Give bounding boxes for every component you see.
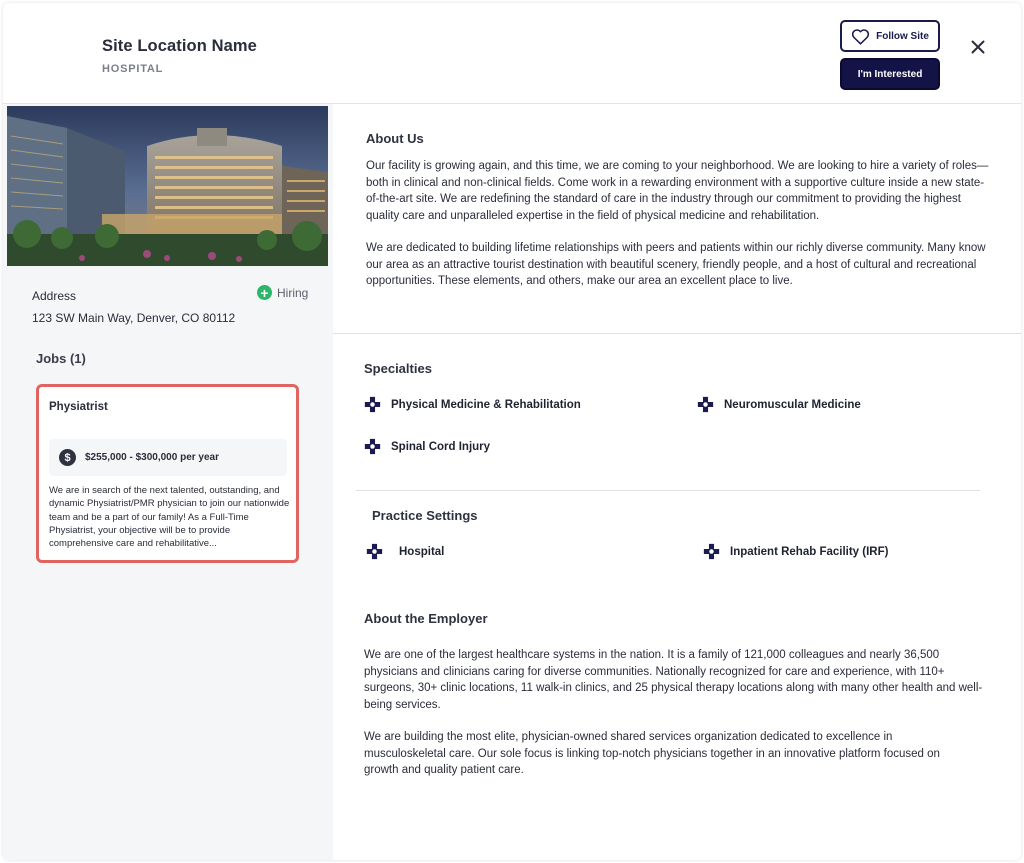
about-employer-paragraph-2: We are building the most elite, physicia… [364,731,940,776]
medical-cross-icon [697,396,714,413]
job-card[interactable]: Physiatrist $ $255,000 - $300,000 per ye… [36,384,299,563]
site-type: HOSPITAL [102,63,164,75]
specialty-label: Physical Medicine & Rehabilitation [391,398,581,411]
medical-cross-icon [366,543,383,560]
modal-header: Site Location Name HOSPITAL Follow Site … [3,3,1021,104]
section-divider [356,490,980,491]
specialties-heading: Specialties [364,361,432,376]
practice-setting-item: Hospital [366,543,444,560]
practice-setting-label: Inpatient Rehab Facility (IRF) [730,545,889,558]
practice-setting-label: Hospital [399,545,445,558]
follow-site-button[interactable]: Follow Site [840,20,940,52]
specialty-label: Spinal Cord Injury [391,440,491,453]
specialty-label: Neuromuscular Medicine [724,398,861,411]
about-us-paragraph-1: Our facility is growing again, and this … [366,160,989,222]
heart-icon [852,28,870,45]
about-us-paragraph-2: We are dedicated to building lifetime re… [366,242,986,287]
salary-row: $ $255,000 - $300,000 per year [49,439,287,476]
close-icon [971,40,985,54]
follow-site-label: Follow Site [876,30,929,42]
salary-value: $255,000 - $300,000 per year [85,452,219,463]
dollar-icon: $ [59,449,76,466]
address-label: Address [32,289,77,303]
site-detail-modal: Site Location Name HOSPITAL Follow Site … [3,3,1021,860]
plus-circle-icon: + [257,285,272,300]
medical-cross-icon [703,543,720,560]
close-button[interactable] [967,36,989,58]
hiring-label: Hiring [277,285,309,300]
address-value: 123 SW Main Way, Denver, CO 80112 [32,311,236,325]
hiring-badge: + Hiring [257,285,308,300]
job-description: We are in search of the next talented, o… [49,485,290,550]
im-interested-button[interactable]: I'm Interested [840,58,940,90]
medical-cross-icon [364,438,381,455]
about-us-heading: About Us [366,131,424,146]
site-title: Site Location Name [102,37,257,55]
about-employer-paragraph-1: We are one of the largest healthcare sys… [364,649,983,711]
medical-cross-icon [364,396,381,413]
section-divider [333,333,1021,334]
practice-settings-heading: Practice Settings [372,508,478,523]
about-employer-heading: About the Employer [364,611,488,626]
im-interested-label: I'm Interested [857,68,923,80]
practice-setting-item: Inpatient Rehab Facility (IRF) [703,543,888,560]
specialty-item: Neuromuscular Medicine [697,396,861,413]
site-details: About Us Our facility is growing again, … [333,104,1021,860]
specialty-item: Spinal Cord Injury [364,438,490,455]
site-photo [7,106,328,266]
site-sidebar: Address + Hiring 123 SW Main Way, Denver… [3,104,333,860]
specialty-item: Physical Medicine & Rehabilitation [364,396,581,413]
job-title: Physiatrist [49,401,108,413]
jobs-heading: Jobs (1) [36,351,86,366]
